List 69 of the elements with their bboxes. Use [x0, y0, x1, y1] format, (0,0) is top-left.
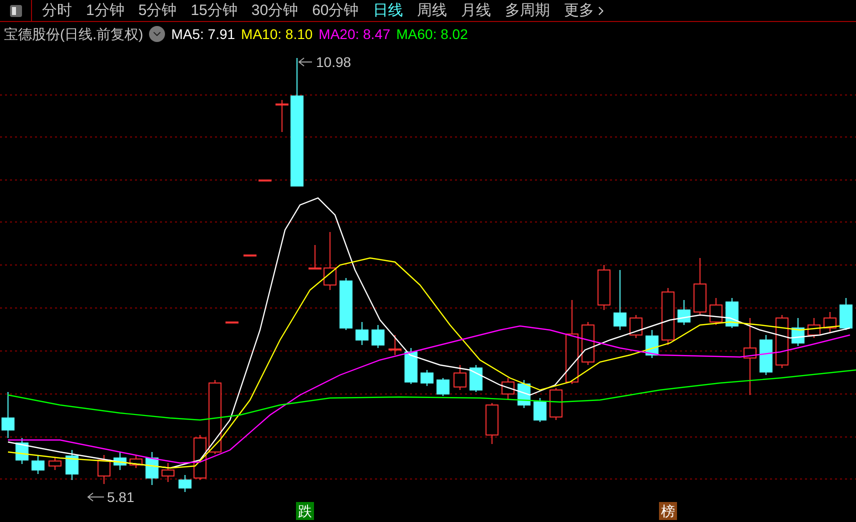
low-price-label: 5.81: [107, 489, 134, 505]
candlestick: [710, 298, 722, 326]
candlestick: [98, 454, 110, 484]
candlestick: [598, 264, 610, 310]
candlestick: [194, 434, 206, 480]
period-tab[interactable]: 日线: [372, 0, 403, 20]
candlestick: [792, 318, 804, 346]
candlestick: [534, 398, 546, 422]
candlestick: [258, 180, 272, 182]
candlestick: [372, 324, 384, 348]
candlestick: [32, 456, 44, 474]
moving-average-value: MA10: 8.10: [241, 24, 313, 44]
candlestick: [824, 312, 836, 332]
period-tab[interactable]: 更多: [564, 0, 608, 20]
high-price-label: 10.98: [316, 54, 352, 70]
candlestick: [694, 258, 706, 316]
period-tab[interactable]: 分时: [42, 0, 72, 20]
candlestick: [470, 364, 482, 392]
candlestick: [388, 334, 402, 356]
candlestick: [454, 364, 466, 390]
candlestick: [760, 334, 772, 376]
candlestick: [614, 270, 626, 330]
candlestick: [502, 378, 514, 400]
candlestick: [66, 450, 78, 480]
candlestick: [776, 314, 788, 368]
candlestick: [420, 370, 434, 386]
candlestick: [662, 288, 674, 346]
period-tab[interactable]: 5分钟: [138, 0, 177, 20]
candlestick: [726, 298, 738, 328]
period-tab[interactable]: 1分钟: [86, 0, 124, 20]
arrow-icon: [87, 492, 104, 502]
candlestick: [550, 388, 562, 420]
period-tab[interactable]: 15分钟: [190, 0, 238, 20]
candlestick: [324, 232, 336, 290]
candlestick: [582, 322, 594, 366]
event-tag[interactable]: 跌: [296, 502, 314, 520]
candlestick: [130, 454, 142, 468]
candlestick: [48, 458, 62, 470]
candlestick: [630, 314, 642, 338]
candlestick: [226, 322, 238, 324]
candlestick: [178, 474, 192, 492]
candlestick: [244, 254, 256, 256]
moving-average-value: MA20: 8.47: [318, 24, 390, 44]
period-tab[interactable]: 30分钟: [251, 0, 298, 20]
period-tab[interactable]: 60分钟: [312, 0, 359, 20]
moving-average-value: MA5: 7.91: [171, 24, 236, 44]
candlestick: [404, 348, 418, 384]
candlestick: [308, 244, 322, 270]
candlestick: [840, 298, 852, 330]
candlestick: [340, 278, 352, 330]
chart-title: 宝德股份(日线.前复权): [4, 24, 144, 44]
period-tab[interactable]: 月线: [460, 0, 491, 20]
arrow-icon: [298, 58, 312, 66]
candlestick: [678, 300, 690, 326]
moving-average-value: MA60: 8.02: [396, 24, 468, 44]
dropdown-icon[interactable]: [149, 26, 166, 42]
candlestick: [356, 322, 368, 346]
candlestick: [646, 330, 658, 358]
candlestick: [808, 318, 820, 338]
candlestick: [146, 452, 158, 486]
candlestick: [486, 402, 498, 444]
period-tab[interactable]: 周线: [416, 0, 447, 20]
candlestick: [114, 452, 126, 470]
candlestick: [162, 462, 174, 482]
period-tab[interactable]: 多周期: [504, 0, 550, 20]
candlestick: [436, 378, 450, 396]
panel-icon: [8, 4, 22, 18]
candlestick: [276, 100, 288, 132]
event-tag[interactable]: 榜: [659, 502, 677, 520]
